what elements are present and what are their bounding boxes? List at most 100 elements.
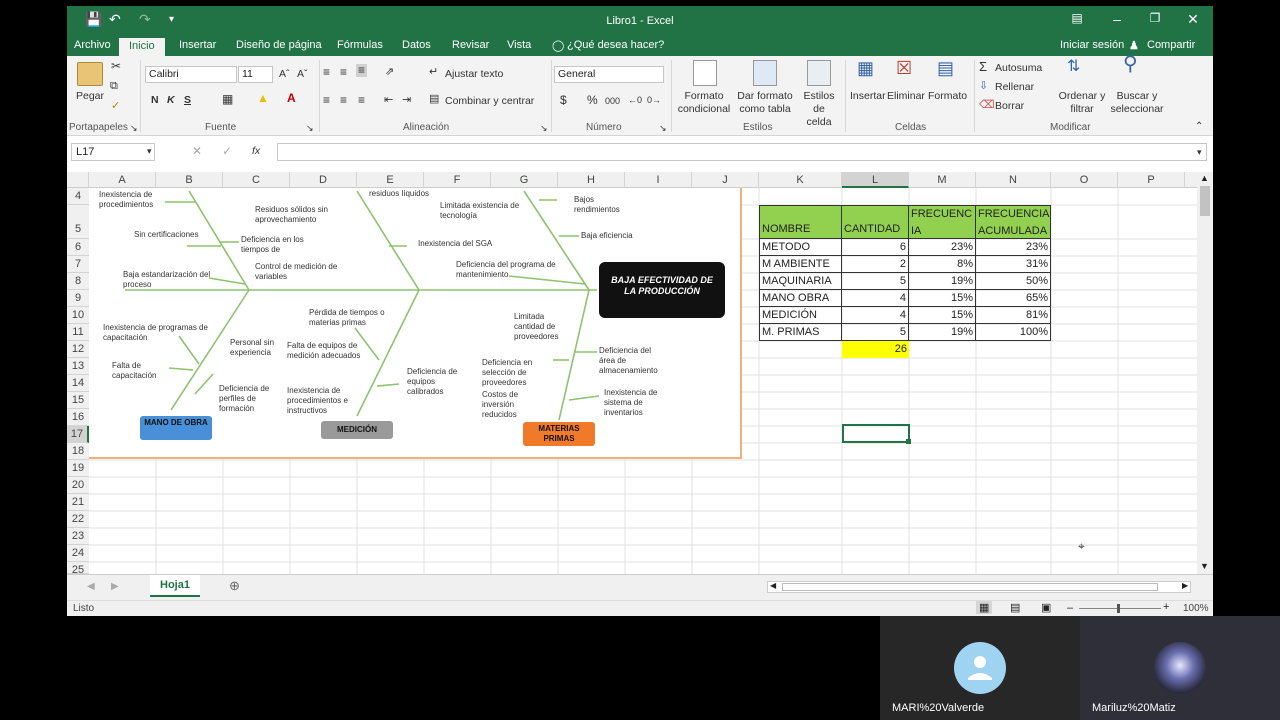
- formula-input[interactable]: [277, 143, 1207, 161]
- increase-decimal-icon[interactable]: ←0: [628, 94, 642, 107]
- tab-diseno[interactable]: Diseño de página: [236, 39, 322, 51]
- tab-formulas[interactable]: Fórmulas: [337, 39, 383, 51]
- cell-cantidad[interactable]: 2: [842, 256, 909, 273]
- fill-handle[interactable]: [906, 439, 911, 444]
- fill-icon[interactable]: ⇩: [979, 80, 988, 93]
- sheet-tab-hoja1[interactable]: Hoja1: [150, 575, 200, 597]
- enter-icon[interactable]: ✓: [222, 145, 232, 158]
- fill-color-icon[interactable]: ▲: [257, 92, 269, 105]
- cell-frecuencia[interactable]: 15%: [909, 307, 976, 324]
- align-right-icon[interactable]: ≡: [358, 94, 365, 107]
- fishbone-diagram-image[interactable]: BAJA EFECTIVIDAD DE LA PRODUCCIÓN Inexis…: [89, 188, 742, 459]
- select-all-corner[interactable]: [67, 172, 89, 188]
- cell-acumulada[interactable]: 23%: [976, 239, 1051, 256]
- find-select-button[interactable]: Buscar y seleccionar: [1107, 90, 1167, 116]
- cell-cantidad[interactable]: 5: [842, 273, 909, 290]
- horizontal-scrollbar[interactable]: ◀ ▶: [767, 581, 1191, 593]
- add-sheet-icon[interactable]: ⊕: [229, 578, 240, 594]
- column-header[interactable]: E: [357, 172, 424, 188]
- name-box-dropdown-icon[interactable]: ▾: [147, 145, 152, 158]
- cancel-icon[interactable]: ✕: [192, 145, 202, 158]
- dialog-launcher-icon[interactable]: ↘: [659, 122, 667, 135]
- align-left-icon[interactable]: ≡: [323, 94, 330, 107]
- row-header[interactable]: 23: [67, 528, 89, 545]
- row-header[interactable]: 24: [67, 545, 89, 562]
- find-icon[interactable]: ⚲: [1123, 54, 1138, 74]
- cell-nombre[interactable]: METODO: [759, 239, 842, 256]
- share-icon[interactable]: ♟: [1129, 39, 1139, 52]
- cell-nombre[interactable]: M AMBIENTE: [759, 256, 842, 273]
- insert-function-button[interactable]: fx: [252, 145, 260, 158]
- header-cantidad[interactable]: CANTIDAD: [842, 205, 909, 239]
- align-center-icon[interactable]: ≡: [340, 94, 347, 107]
- tab-datos[interactable]: Datos: [402, 39, 431, 51]
- column-header[interactable]: O: [1051, 172, 1118, 188]
- column-header[interactable]: I: [625, 172, 692, 188]
- row-header[interactable]: 9: [67, 290, 89, 307]
- ribbon-display-icon[interactable]: ▤: [1059, 11, 1095, 25]
- merge-center-button[interactable]: Combinar y centrar: [445, 95, 534, 108]
- row-header-selected[interactable]: 17: [67, 426, 89, 443]
- normal-view-icon[interactable]: ▦: [976, 601, 993, 614]
- cell-frecuencia[interactable]: 19%: [909, 273, 976, 290]
- column-header[interactable]: D: [290, 172, 357, 188]
- next-sheet-icon[interactable]: ▶: [111, 581, 119, 592]
- format-cells-icon[interactable]: ▤: [937, 59, 954, 77]
- column-header[interactable]: P: [1118, 172, 1185, 188]
- dialog-launcher-icon[interactable]: ↘: [306, 122, 314, 135]
- align-middle-icon[interactable]: ≡: [340, 66, 347, 79]
- cell-frecuencia[interactable]: 8%: [909, 256, 976, 273]
- align-bottom-icon[interactable]: ≡: [356, 64, 368, 77]
- column-header[interactable]: J: [692, 172, 759, 188]
- header-nombre[interactable]: NOMBRE: [759, 205, 842, 239]
- sort-filter-icon[interactable]: ⇅: [1067, 59, 1080, 75]
- cut-icon[interactable]: ✂: [111, 60, 121, 73]
- column-header[interactable]: M: [909, 172, 976, 188]
- cell-nombre[interactable]: MAQUINARIA: [759, 273, 842, 290]
- autosum-button[interactable]: Autosuma: [995, 62, 1042, 75]
- tab-vista[interactable]: Vista: [507, 39, 531, 51]
- format-cells-button[interactable]: Formato: [928, 90, 967, 103]
- row-header[interactable]: 16: [67, 409, 89, 426]
- conditional-format-icon[interactable]: [693, 60, 717, 86]
- format-as-table-button[interactable]: Dar formato como tabla: [735, 90, 795, 116]
- row-header[interactable]: 18: [67, 443, 89, 460]
- active-cell-selection[interactable]: [842, 424, 910, 443]
- scroll-up-icon[interactable]: ▲: [1200, 173, 1209, 183]
- minimize-button[interactable]: –: [1099, 11, 1135, 27]
- cell-acumulada[interactable]: 81%: [976, 307, 1051, 324]
- increase-indent-icon[interactable]: ⇥: [402, 94, 411, 107]
- copy-icon[interactable]: ⧉: [110, 80, 118, 93]
- column-header-selected[interactable]: L: [842, 172, 909, 188]
- decrease-indent-icon[interactable]: ⇤: [384, 94, 393, 107]
- page-layout-icon[interactable]: ▤: [1010, 601, 1020, 614]
- scroll-thumb[interactable]: [1200, 186, 1210, 216]
- tell-me-search[interactable]: ¿Qué desea hacer?: [567, 39, 664, 51]
- zoom-slider[interactable]: [1079, 608, 1161, 609]
- delete-cells-button[interactable]: Eliminar: [887, 90, 925, 103]
- row-header[interactable]: 8: [67, 273, 89, 290]
- cell-acumulada[interactable]: 31%: [976, 256, 1051, 273]
- shrink-font-icon[interactable]: Aˇ: [297, 68, 308, 81]
- zoom-in-icon[interactable]: +: [1163, 601, 1169, 613]
- column-header[interactable]: H: [558, 172, 625, 188]
- borders-icon[interactable]: ▦: [222, 93, 233, 106]
- cell-frecuencia[interactable]: 23%: [909, 239, 976, 256]
- fill-button[interactable]: Rellenar: [995, 81, 1034, 94]
- name-box[interactable]: L17: [71, 143, 155, 161]
- participant-tile[interactable]: Mariluz%20Matiz: [1080, 616, 1280, 720]
- row-header[interactable]: 5: [67, 205, 89, 239]
- row-header[interactable]: 15: [67, 392, 89, 409]
- eraser-icon[interactable]: ⌫: [979, 99, 995, 112]
- scroll-right-icon[interactable]: ▶: [1182, 581, 1188, 590]
- cell-acumulada[interactable]: 100%: [976, 324, 1051, 341]
- row-header[interactable]: 6: [67, 239, 89, 256]
- currency-button[interactable]: $: [560, 94, 567, 107]
- close-button[interactable]: ✕: [1175, 11, 1211, 28]
- paste-icon[interactable]: [77, 62, 103, 86]
- autosum-icon[interactable]: Σ: [979, 60, 987, 73]
- cell-cantidad[interactable]: 6: [842, 239, 909, 256]
- cell-nombre[interactable]: MANO OBRA: [759, 290, 842, 307]
- merge-icon[interactable]: ▤: [429, 93, 439, 106]
- collapse-ribbon-icon[interactable]: ⌃: [1195, 120, 1203, 133]
